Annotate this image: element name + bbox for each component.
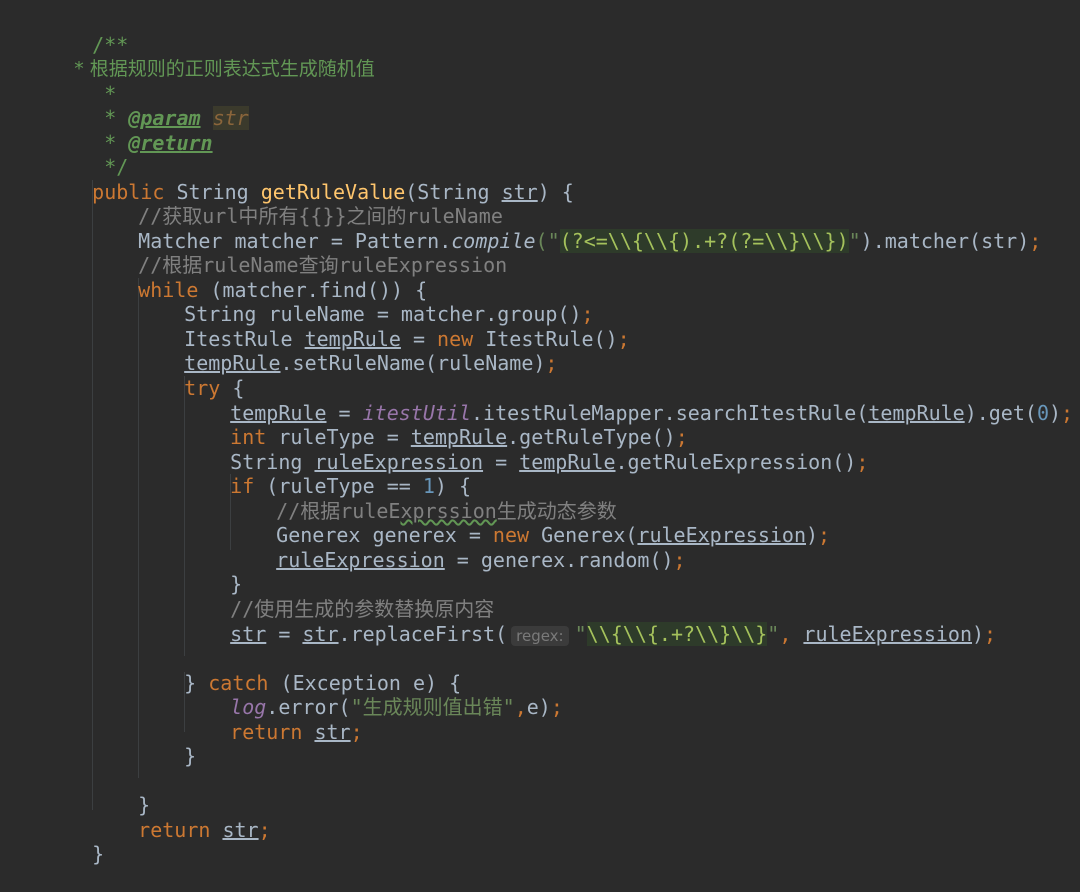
var-temprule: tempRule [519,450,616,474]
string-close: " [767,622,780,646]
replacefirst-call: .replaceFirst( [338,622,508,646]
regex-literal: \\{\\{.+?\\}\\} [586,622,768,646]
semicolon: ; [856,450,869,474]
semicolon: ; [350,720,363,744]
code-line[interactable]: } [90,768,150,817]
semicolon: ; [984,622,997,646]
number-literal: 0 [1036,401,1049,425]
code-line[interactable]: public String getRuleValue(String str) { [44,155,574,204]
code-line[interactable]: return str; [90,793,270,842]
code-line[interactable]: Generex generex = new Generex(ruleExpres… [228,498,830,547]
code-line[interactable]: String ruleName = matcher.group(); [136,277,593,326]
string-open: (" [535,229,560,253]
error-arg: e) [526,695,551,719]
var-str: str [230,622,267,646]
assign: = [483,450,520,474]
assign: = [266,622,303,646]
arg-ruleexpression: ruleExpression [803,622,972,646]
close-paren: ) [972,622,985,646]
semicolon: ; [258,818,271,842]
return-tag: @return [128,131,213,155]
code-line[interactable]: } catch (Exception e) { [136,646,461,695]
matcher-call: ).matcher(str) [860,229,1030,253]
code-line[interactable]: tempRule.setRuleName(ruleName); [136,326,557,375]
code-line[interactable]: Matcher matcher = Pattern.compile("(?<=\… [90,204,1041,253]
code-line[interactable]: while (matcher.find()) { [90,253,427,302]
param-name: str [212,106,249,130]
string-close: " [848,229,861,253]
close-paren: ) [806,523,819,547]
code-line[interactable]: String ruleExpression = tempRule.getRule… [182,425,868,474]
close-paren: ) [1048,401,1062,425]
var-ruleexpression: ruleExpression [276,548,445,572]
semicolon: ; [617,327,630,351]
code-line[interactable]: //根据ruleName查询ruleExpression [90,228,507,277]
parameter-hint: regex: [511,626,569,646]
code-line[interactable]: int ruleType = tempRule.getRuleType(); [182,400,688,449]
comma: , [514,695,527,719]
arg-temprule: tempRule [868,401,965,425]
code-editor[interactable]: /** * 根据规则的正则表达式生成随机值 * * @param str * @… [0,0,1080,866]
code-line[interactable]: * [44,57,116,106]
semicolon: ; [673,548,686,572]
params-close: ) { [537,180,574,204]
code-line[interactable]: ItestRule tempRule = new ItestRule(); [136,302,630,351]
var-str: str [222,818,259,842]
regex-literal: (?<=\\{\\{).+?(?=\\}\\}) [559,229,849,253]
string-open: " [574,622,587,646]
code-line[interactable]: log.error("生成规则值出错",e); [182,670,563,719]
getruleexpression-call: .getRuleExpression() [615,450,857,474]
code-line[interactable]: * @param str [44,81,249,130]
close-brace: } [92,842,105,866]
code-line[interactable]: try { [136,351,244,400]
var-str: str [302,622,339,646]
semicolon: ; [818,523,831,547]
code-line[interactable]: * 根据规则的正则表达式生成随机值 [44,32,375,80]
code-line[interactable]: //根据ruleExprssion生成动态参数 [228,474,617,523]
code-line[interactable]: /** [44,8,128,57]
code-line[interactable]: } [182,547,242,596]
semicolon: ; [1029,229,1042,253]
code-line[interactable]: } [136,719,196,768]
semicolon: ; [545,351,558,375]
get-call: ).get( [964,401,1037,425]
code-line[interactable]: return str; [182,695,362,744]
code-line[interactable]: if (ruleType == 1) { [182,449,471,498]
close-brace: } [184,744,197,768]
var-str: str [314,720,351,744]
code-line[interactable]: //使用生成的参数替换原内容 [182,572,494,621]
string-literal: "生成规则值出错" [350,695,515,719]
random-call: = generex.random() [444,548,674,572]
code-line[interactable]: } [44,817,104,866]
semicolon: ; [550,695,563,719]
keyword-return: return [230,720,303,744]
code-line[interactable]: //获取url中所有{{}}之间的ruleName [90,179,503,228]
code-line[interactable]: tempRule = itestUtil.itestRuleMapper.sea… [182,376,1073,425]
setrulename-call: .setRuleName(ruleName) [280,351,546,375]
code-line[interactable]: */ [44,130,128,179]
param-str: str [501,180,538,204]
code-line[interactable]: * @return [44,106,212,155]
code-line[interactable]: str = str.replaceFirst(regex: "\\{\\{.+?\… [182,597,996,646]
code-line[interactable]: ruleExpression = generex.random(); [228,523,685,572]
comma: , [779,622,804,646]
keyword-return: return [138,818,211,842]
semicolon: ; [1061,401,1074,425]
